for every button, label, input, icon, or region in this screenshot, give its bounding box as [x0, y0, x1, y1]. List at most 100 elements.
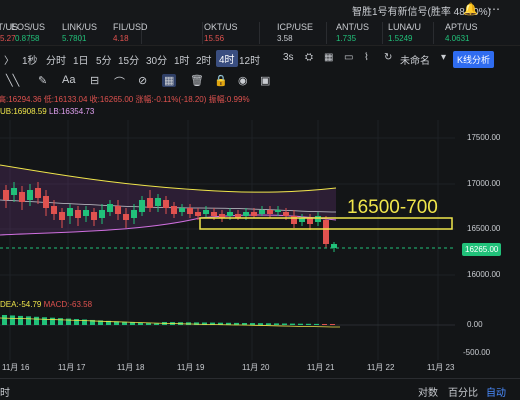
macd-bar — [2, 315, 7, 325]
auto-scale-button[interactable]: 自动 — [486, 384, 506, 399]
macd-bar — [250, 323, 255, 325]
candle-body — [155, 198, 161, 206]
more-icon[interactable]: ⋯ — [488, 2, 500, 16]
tf-12h[interactable]: 12时 — [239, 52, 260, 67]
macd-label: 0.00 — [467, 320, 483, 329]
macd-bar — [50, 317, 55, 325]
candle-body — [243, 212, 249, 216]
magnet-icon[interactable]: ⌒ — [114, 74, 125, 90]
drawing-toolbar: ╲╲ ✎ Aa ⊟ ⌒ ⊘ ▦ 🗑 🔒 ◉ ▣ — [0, 70, 520, 92]
tf-1h[interactable]: 1时 — [174, 52, 190, 67]
candle-body — [123, 214, 129, 220]
tf-1s[interactable]: 1秒 — [22, 52, 38, 67]
ticker-item[interactable]: APT/US 4.0631 — [435, 22, 520, 44]
candle-body — [107, 204, 113, 212]
candle-body — [227, 212, 233, 216]
date-label: 11月 22 — [367, 363, 395, 372]
ticker-price: 1.735 — [336, 34, 357, 43]
ticker-name: ANT/US — [336, 22, 370, 32]
macd-label: -500.00 — [463, 348, 491, 357]
template-select[interactable]: 未命名 — [400, 52, 430, 67]
ticker-strip: DOT/US 5.27 EOS/US 0.8758 LINK/US 5.7801… — [0, 20, 520, 46]
candle-body — [171, 206, 177, 214]
ticker-item[interactable]: LUNA/U 1.5249 — [384, 22, 434, 44]
eye-icon[interactable]: ◉ — [238, 74, 248, 87]
lock-icon[interactable]: 🔒 — [214, 74, 228, 87]
candlestick-chart[interactable] — [0, 120, 455, 360]
candle-body — [3, 190, 9, 200]
candle-body — [83, 210, 89, 216]
macd-bar — [314, 323, 319, 325]
tf-time-share[interactable]: 分时 — [46, 52, 66, 67]
ticker-item[interactable]: FIL/USD 4.18 — [113, 22, 203, 44]
candle-body — [91, 212, 97, 220]
boll-readout: UB:16908.59 LB:16354.73 — [0, 107, 94, 116]
time-label[interactable]: 时 — [0, 384, 10, 399]
candle-body — [179, 208, 185, 212]
settings-icon[interactable]: ⛭ — [305, 52, 313, 63]
ticker-price: 15.56 — [204, 34, 225, 43]
log-scale-button[interactable]: 对数 — [418, 384, 438, 399]
indicator-icon[interactable]: ⌇ — [364, 52, 369, 63]
layout-icon[interactable]: ▭ — [344, 52, 353, 63]
annotation-text[interactable]: 16500-700 — [347, 197, 438, 219]
price-label: 16000.00 — [467, 270, 501, 279]
bars-icon[interactable]: ▦ — [162, 74, 177, 87]
price-label: 17500.00 — [467, 133, 501, 142]
macd-bar — [330, 324, 335, 325]
candle-body — [51, 206, 57, 214]
collapse-icon[interactable]: 〉 — [4, 52, 14, 67]
date-label: 11月 20 — [242, 363, 270, 372]
macd-dea: DEA:-54.79 — [0, 300, 42, 309]
tf-1d[interactable]: 1日 — [73, 52, 89, 67]
ticker-item[interactable]: OKT/US 15.56 — [204, 22, 260, 44]
candle-body — [43, 196, 49, 208]
ruler-icon[interactable]: ⊘ — [138, 74, 147, 87]
percent-scale-button[interactable]: 百分比 — [448, 384, 478, 399]
candle-body — [331, 244, 337, 248]
price-label: 16500.00 — [467, 224, 501, 233]
macd-bar — [58, 318, 63, 325]
macd-bar — [258, 323, 263, 325]
trash-icon[interactable]: 🗑 — [190, 74, 204, 87]
bottom-bar: 时 对数 百分比 自动 — [0, 378, 520, 400]
date-label: 11月 18 — [117, 363, 145, 372]
macd-bar — [10, 315, 15, 325]
macd-bar — [66, 318, 71, 325]
candle-body — [35, 188, 41, 198]
ticker-item[interactable]: ANT/US 1.735 — [328, 22, 383, 44]
tf-30m[interactable]: 30分 — [146, 52, 167, 67]
macd-bar — [146, 323, 151, 325]
ticker-item[interactable]: ICP/USE 3.58 — [261, 22, 327, 44]
candle-body — [195, 212, 201, 216]
ticker-price: 4.0631 — [445, 34, 470, 43]
candle-body — [163, 200, 169, 208]
macd-bar — [18, 315, 23, 325]
candle-body — [147, 198, 153, 208]
candle-body — [11, 188, 17, 195]
price-label: 17000.00 — [467, 179, 501, 188]
candle-body — [115, 206, 121, 214]
date-label: 11月 21 — [307, 363, 335, 372]
kline-analysis-button[interactable]: K线分析 — [453, 51, 495, 68]
bell-icon[interactable]: 🔔 — [463, 2, 478, 16]
tf-seconds[interactable]: 3s — [283, 52, 294, 63]
ticker-price: 3.58 — [277, 34, 293, 43]
text-tool-icon[interactable]: Aa — [62, 74, 75, 86]
measure-icon[interactable]: ⊟ — [90, 74, 99, 87]
refresh-icon[interactable]: ↻ — [384, 52, 392, 63]
screenshot-icon[interactable]: ▣ — [260, 74, 270, 87]
grid-icon[interactable]: ▦ — [324, 52, 333, 63]
tf-15m[interactable]: 15分 — [118, 52, 139, 67]
date-label: 11月 19 — [177, 363, 205, 372]
candle-body — [251, 212, 257, 216]
tf-2h[interactable]: 2时 — [196, 52, 212, 67]
pen-icon[interactable]: ✎ — [38, 74, 47, 87]
chevron-down-icon[interactable]: ▾ — [441, 52, 446, 63]
date-label: 11月 23 — [427, 363, 455, 372]
tf-4h[interactable]: 4时 — [216, 50, 238, 67]
line-tool-icon[interactable]: ╲╲ — [6, 74, 19, 87]
candle-body — [99, 210, 105, 218]
tf-5m[interactable]: 5分 — [96, 52, 112, 67]
candle-body — [27, 190, 33, 200]
